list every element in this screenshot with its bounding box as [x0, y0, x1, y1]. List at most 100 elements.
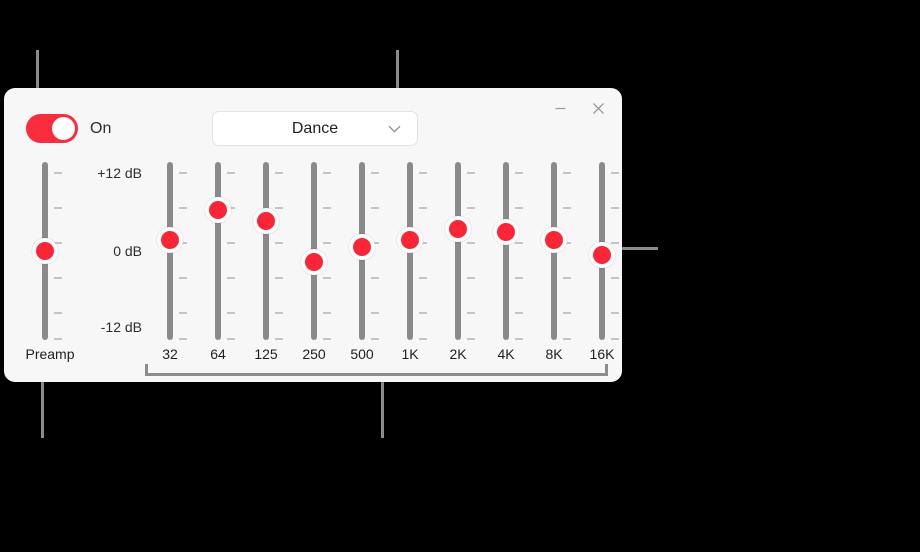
slider-tick: [611, 312, 619, 314]
preamp-slider[interactable]: [25, 162, 65, 340]
slider-tick: [54, 277, 62, 279]
slider-tick: [227, 338, 235, 340]
slider-ticks: [515, 162, 525, 340]
slider-tick: [515, 277, 523, 279]
slider-tick: [371, 277, 379, 279]
slider-track: [263, 162, 269, 340]
toggle-knob: [52, 117, 75, 140]
band-slider-1k[interactable]: [390, 162, 430, 340]
slider-tick: [563, 338, 571, 340]
db-label-min: -12 dB: [100, 319, 142, 335]
slider-tick: [419, 338, 427, 340]
slider-tick: [179, 207, 187, 209]
slider-tick: [611, 277, 619, 279]
band-label-16k: 16K: [589, 346, 615, 362]
slider-tick: [467, 242, 475, 244]
slider-tick: [419, 207, 427, 209]
preamp-label: Preamp: [25, 346, 75, 362]
slider-thumb[interactable]: [589, 241, 615, 268]
band-slider-64[interactable]: [198, 162, 238, 340]
slider-thumb[interactable]: [157, 226, 183, 253]
band-slider-16k[interactable]: [582, 162, 622, 340]
slider-tick: [563, 207, 571, 209]
slider-tick: [611, 207, 619, 209]
band-slider-2k[interactable]: [438, 162, 478, 340]
slider-tick: [227, 277, 235, 279]
slider-track: [455, 162, 461, 340]
preset-dropdown[interactable]: Dance: [212, 111, 418, 146]
slider-tick: [419, 277, 427, 279]
slider-tick: [323, 312, 331, 314]
slider-tick: [371, 338, 379, 340]
slider-tick: [419, 172, 427, 174]
slider-tick: [227, 172, 235, 174]
slider-thumb[interactable]: [32, 238, 58, 264]
slider-ticks: [275, 162, 285, 340]
band-label-8k: 8K: [545, 346, 563, 362]
slider-track: [215, 162, 221, 340]
slider-thumb[interactable]: [253, 208, 279, 235]
slider-tick: [419, 312, 427, 314]
slider-tick: [179, 338, 187, 340]
band-label-4k: 4K: [497, 346, 515, 362]
preset-value: Dance: [291, 119, 339, 137]
slider-tick: [275, 242, 283, 244]
slider-tick: [515, 172, 523, 174]
band-slider-4k[interactable]: [486, 162, 526, 340]
equalizer-window: On Dance +12 dB 0 dB -12 dB Preamp 32 64 1: [4, 88, 622, 382]
slider-tick: [54, 172, 62, 174]
slider-tick: [54, 338, 62, 340]
slider-tick: [323, 242, 331, 244]
slider-tick: [179, 277, 187, 279]
slider-ticks: [323, 162, 333, 340]
slider-thumb[interactable]: [445, 215, 471, 242]
slider-ticks: [563, 162, 573, 340]
slider-thumb[interactable]: [349, 234, 375, 261]
slider-tick: [515, 338, 523, 340]
slider-tick: [467, 312, 475, 314]
slider-tick: [275, 338, 283, 340]
slider-tick: [371, 312, 379, 314]
slider-tick: [467, 277, 475, 279]
slider-tick: [515, 312, 523, 314]
slider-tick: [275, 312, 283, 314]
slider-tick: [54, 207, 62, 209]
slider-tick: [515, 207, 523, 209]
slider-tick: [275, 172, 283, 174]
callout-line-preamp: [41, 376, 44, 438]
slider-thumb[interactable]: [205, 197, 231, 224]
band-slider-500[interactable]: [342, 162, 382, 340]
slider-tick: [611, 242, 619, 244]
equalizer-on-toggle[interactable]: [26, 114, 78, 143]
slider-tick: [54, 312, 62, 314]
slider-tick: [275, 277, 283, 279]
slider-tick: [467, 338, 475, 340]
slider-tick: [179, 172, 187, 174]
slider-thumb[interactable]: [541, 226, 567, 253]
band-slider-32[interactable]: [150, 162, 190, 340]
slider-tick: [371, 172, 379, 174]
slider-tick: [563, 172, 571, 174]
slider-thumb[interactable]: [397, 226, 423, 253]
slider-thumb[interactable]: [493, 219, 519, 246]
slider-tick: [323, 207, 331, 209]
slider-tick: [179, 312, 187, 314]
slider-tick: [371, 207, 379, 209]
slider-ticks: [419, 162, 429, 340]
slider-thumb[interactable]: [301, 249, 327, 276]
slider-ticks: [467, 162, 477, 340]
band-slider-250[interactable]: [294, 162, 334, 340]
band-label-250: 250: [302, 346, 326, 362]
band-label-32: 32: [162, 346, 178, 362]
db-label-max: +12 dB: [97, 165, 142, 181]
band-label-64: 64: [210, 346, 226, 362]
slider-ticks: [179, 162, 189, 340]
slider-tick: [563, 312, 571, 314]
slider-ticks: [227, 162, 237, 340]
equalizer-toggle-group: On: [26, 114, 111, 143]
band-slider-8k[interactable]: [534, 162, 574, 340]
slider-track: [503, 162, 509, 340]
band-slider-125[interactable]: [246, 162, 286, 340]
band-label-500: 500: [350, 346, 374, 362]
band-label-2k: 2K: [449, 346, 467, 362]
